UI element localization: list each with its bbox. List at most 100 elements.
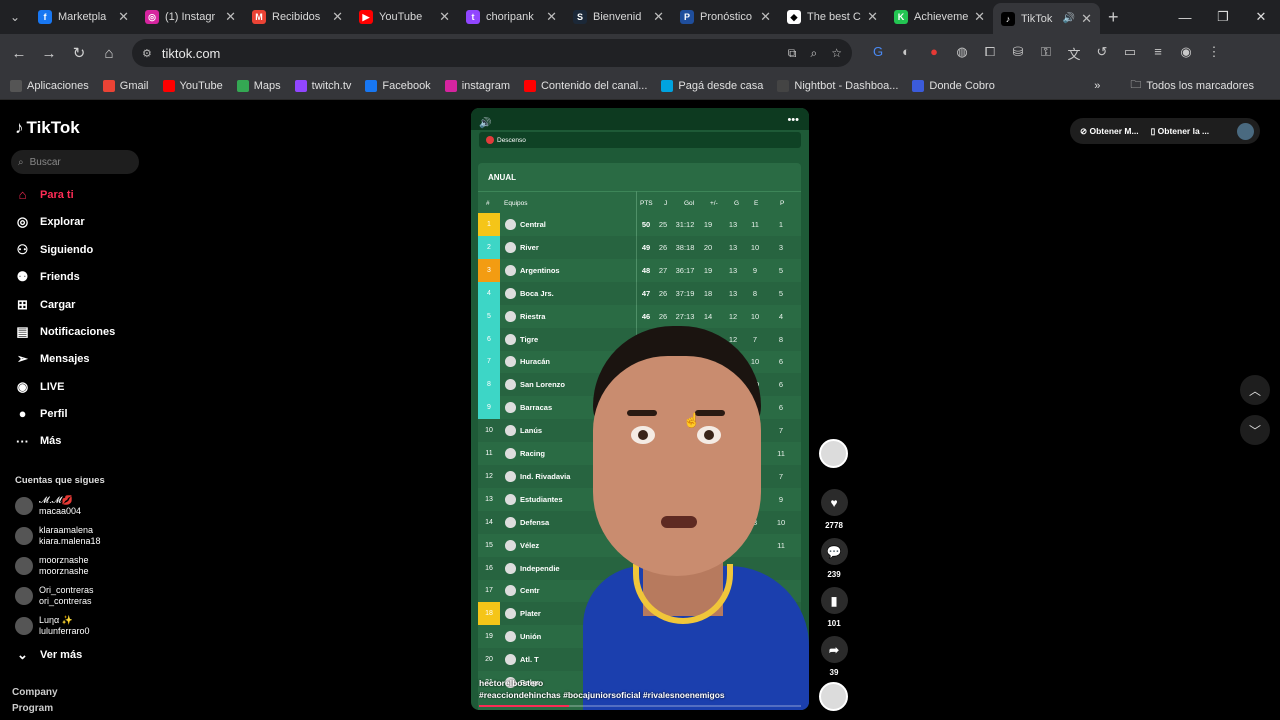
bookmark-item[interactable]: Pagá desde casa (661, 79, 763, 92)
back-button[interactable]: ← (4, 45, 34, 62)
adblock-icon[interactable]: ● (926, 44, 942, 63)
user-avatar[interactable] (1237, 122, 1254, 140)
history-icon[interactable]: ↺ (1094, 44, 1110, 63)
tab-search-icon[interactable]: ⌄ (0, 0, 30, 34)
tab-close-icon[interactable]: ✕ (439, 9, 450, 25)
footer-company-link[interactable]: Company (12, 687, 58, 698)
new-tab-button[interactable]: + (1108, 7, 1119, 28)
site-info-icon[interactable]: ⚙ (142, 47, 152, 60)
browser-tab[interactable]: f Marketpla ✕ (30, 3, 137, 31)
video-options-icon[interactable]: ••• (787, 114, 799, 126)
video-hashtags[interactable]: #reacciondehinchas #bocajuniorsoficial #… (479, 690, 725, 700)
tab-close-icon[interactable]: ✕ (653, 9, 664, 25)
see-more-button[interactable]: ⌄ Ver más (15, 647, 82, 663)
followed-account[interactable]: moorznashe moorznashe (15, 555, 89, 577)
followed-account[interactable]: 𝓜.𝓜💋 macaa004 (15, 495, 81, 517)
sidebar-nav-item[interactable]: ➢ Mensajes (15, 351, 89, 367)
share-button[interactable]: ➦ 39 (819, 636, 849, 677)
bookmark-item[interactable]: Maps (236, 79, 281, 92)
more-bookmarks-icon[interactable]: » (1094, 80, 1100, 92)
bookmark-item[interactable]: twitch.tv (294, 79, 351, 92)
save-button[interactable]: ▮ 101 (819, 587, 849, 628)
sidebar-nav-item[interactable]: ● Perfil (15, 406, 68, 421)
bookmark-item[interactable]: Gmail (102, 79, 149, 92)
browser-tab[interactable]: S Bienvenid ✕ (565, 3, 672, 31)
tab-icon[interactable]: ⛁ (1010, 44, 1026, 63)
tiktok-logo[interactable]: ♪ TikTok (15, 118, 80, 138)
tab-close-icon[interactable]: ✕ (332, 9, 343, 25)
profile-avatar-icon[interactable]: ◉ (1178, 44, 1194, 63)
bookmark-item[interactable]: Facebook (365, 79, 431, 92)
tab-close-icon[interactable]: ✕ (546, 9, 557, 25)
browser-tab[interactable]: ◆ The best C ✕ (779, 3, 886, 31)
previous-video-button[interactable]: ︿ (1240, 375, 1270, 405)
all-bookmarks-folder[interactable]: 🗀 Todos los marcadores (1130, 76, 1254, 95)
sidebar-nav-item[interactable]: ⊞ Cargar (15, 297, 75, 313)
bookmark-item[interactable]: Donde Cobro (912, 79, 995, 92)
volume-icon[interactable]: 🔊 (479, 118, 491, 129)
video-username[interactable]: hectorelbostero (479, 678, 725, 688)
install-app-icon[interactable]: ⧉ (788, 46, 797, 61)
get-app-link[interactable]: ▯ Obtener la ... (1151, 126, 1210, 137)
sidebar-nav-item[interactable]: ◉ LIVE (15, 379, 65, 395)
home-button[interactable]: ⌂ (94, 45, 124, 62)
menu-dots-icon[interactable]: ⋮ (1206, 44, 1222, 63)
translate-icon[interactable]: G (870, 44, 886, 63)
sidebar-nav-label: Perfil (40, 407, 68, 420)
like-button[interactable]: ♥ 2778 (819, 489, 849, 530)
tab-close-icon[interactable]: ✕ (867, 9, 878, 25)
media-icon[interactable]: ≡ (1150, 44, 1166, 63)
video-player[interactable]: 🔊 ••• Descenso ANUAL # Equipos PTS J Gol… (471, 108, 809, 710)
bookmark-item[interactable]: Aplicaciones (10, 79, 89, 92)
bookmark-item[interactable]: Nightbot - Dashboa... (777, 79, 898, 92)
tab-audio-icon[interactable]: 🔊 (1063, 13, 1075, 24)
comment-button[interactable]: 💬 239 (819, 538, 849, 579)
reload-button[interactable]: ↻ (64, 44, 94, 62)
browser-tab[interactable]: M Recibidos ✕ (244, 3, 351, 31)
extension-icon[interactable]: ◐ (898, 44, 914, 63)
creator-avatar[interactable] (819, 439, 848, 468)
forward-button[interactable]: → (34, 45, 64, 62)
zoom-icon[interactable]: ⌕ (811, 46, 818, 61)
tab-close-icon[interactable]: ✕ (225, 9, 236, 25)
followed-account[interactable]: Luηα ✨ lulunferraro0 (15, 615, 90, 637)
search-input[interactable]: ⌕ Buscar (11, 150, 139, 174)
sidebar-nav-item[interactable]: ⚇ Siguiendo (15, 242, 94, 258)
row-e: 9 (752, 265, 758, 275)
browser-tab[interactable]: ◎ (1) Instagr ✕ (137, 3, 244, 31)
get-mobile-link[interactable]: ⊘ Obtener M... (1080, 126, 1139, 137)
tab-close-icon[interactable]: ✕ (1081, 11, 1092, 27)
sidebar-nav-item[interactable]: ⌂ Para ti (15, 187, 74, 202)
browser-tab[interactable]: P Pronóstico ✕ (672, 3, 779, 31)
tab-close-icon[interactable]: ✕ (760, 9, 771, 25)
bookmark-item[interactable]: YouTube (162, 79, 223, 92)
video-progress-bar[interactable] (479, 705, 801, 707)
tab-close-icon[interactable]: ✕ (974, 9, 985, 25)
tab-close-icon[interactable]: ✕ (118, 9, 129, 25)
sidebar-nav-item[interactable]: ⚉ Friends (15, 269, 80, 285)
footer-program-link[interactable]: Program (12, 703, 53, 714)
sidebar-nav-item[interactable]: ◎ Explorar (15, 214, 85, 230)
sidebar-nav-item[interactable]: ▤ Notificaciones (15, 324, 115, 340)
key-icon[interactable]: ⚿ (1038, 44, 1054, 63)
close-window-button[interactable]: ✕ (1242, 0, 1280, 34)
maximize-button[interactable]: ❐ (1204, 0, 1242, 34)
browser-tab[interactable]: ♪ TikTok 🔊 ✕ (993, 3, 1100, 34)
browser-tab[interactable]: K Achieveme ✕ (886, 3, 993, 31)
minimize-button[interactable]: — (1166, 0, 1204, 34)
extension-icon[interactable]: ◍ (954, 44, 970, 63)
followed-account[interactable]: Ori_contreras ori_contreras (15, 585, 94, 607)
followed-account[interactable]: klaraamalena kiara.malena18 (15, 525, 101, 547)
browser-tab[interactable]: t choripank ✕ (458, 3, 565, 31)
next-video-button[interactable]: ﹀ (1240, 415, 1270, 445)
browser-tab[interactable]: ▶ YouTube ✕ (351, 3, 458, 31)
sidebar-nav-item[interactable]: ··· Más (15, 434, 61, 449)
translate-page-icon[interactable]: 文 (1066, 44, 1082, 63)
bookmark-star-icon[interactable]: ☆ (831, 46, 842, 61)
puzzle-icon[interactable]: ⧠ (982, 44, 998, 63)
sidepanel-icon[interactable]: ▭ (1122, 44, 1138, 63)
bookmark-item[interactable]: instagram (444, 79, 510, 92)
bookmark-item[interactable]: Contenido del canal... (523, 79, 647, 92)
music-disc-avatar[interactable] (819, 682, 848, 711)
address-bar[interactable]: ⚙ tiktok.com ⧉ ⌕ ☆ (132, 39, 852, 67)
